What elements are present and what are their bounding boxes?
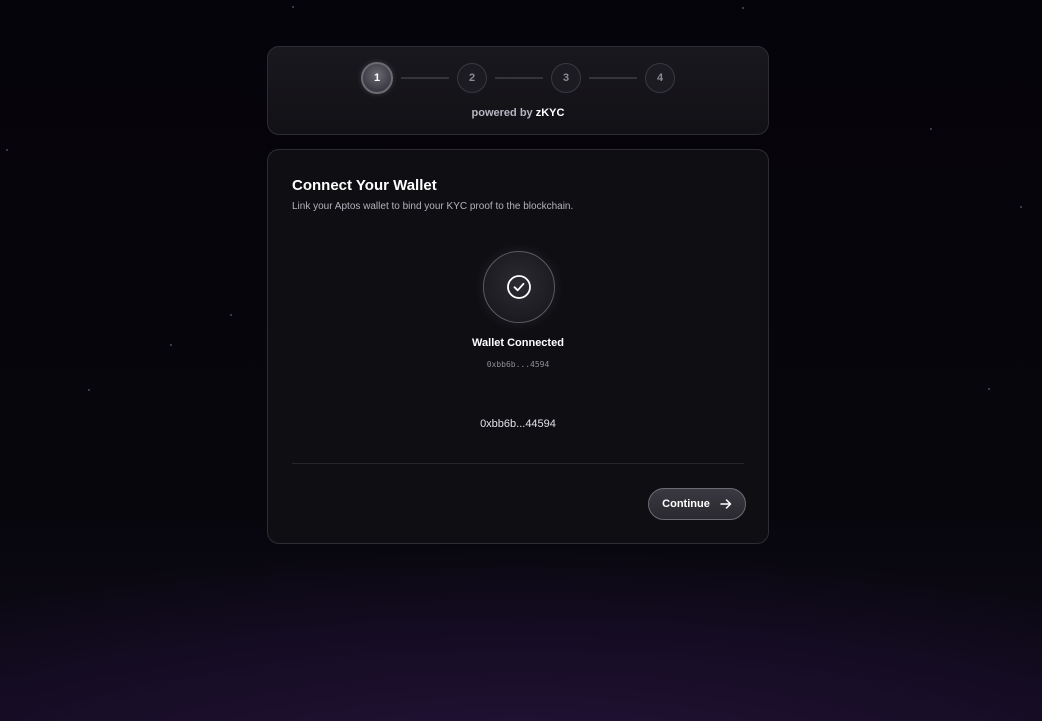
- star-dot: [988, 388, 990, 390]
- stepper-card: 1 2 3 4 powered by zKYC: [267, 46, 769, 135]
- step-2: 2: [457, 63, 487, 93]
- brand-name: zKYC: [535, 107, 565, 119]
- star-dot: [170, 344, 172, 346]
- star-dot: [930, 128, 932, 130]
- check-circle-icon: [483, 251, 555, 323]
- divider: [292, 463, 744, 464]
- continue-label: Continue: [662, 498, 710, 510]
- card-subtitle: Link your Aptos wallet to bind your KYC …: [292, 201, 574, 212]
- step-indicator: 1 2 3 4: [268, 62, 768, 94]
- step-connector: [495, 77, 543, 79]
- arrow-right-icon: [720, 499, 732, 509]
- star-dot: [742, 7, 744, 9]
- star-dot: [88, 389, 90, 391]
- step-connector: [401, 77, 449, 79]
- continue-button[interactable]: Continue: [648, 488, 746, 520]
- star-dot: [1020, 206, 1022, 208]
- step-1: 1: [361, 62, 393, 94]
- powered-by: powered by zKYC: [268, 107, 768, 119]
- connect-wallet-card: Connect Your Wallet Link your Aptos wall…: [267, 149, 769, 544]
- checkmark-icon: [507, 275, 531, 299]
- wallet-status: Wallet Connected: [472, 337, 564, 349]
- star-dot: [292, 6, 294, 8]
- powered-by-prefix: powered by: [471, 107, 533, 119]
- wallet-address-short: 0xbb6b...4594: [486, 360, 550, 369]
- step-3: 3: [551, 63, 581, 93]
- step-4: 4: [645, 63, 675, 93]
- star-dot: [230, 314, 232, 316]
- card-title: Connect Your Wallet: [292, 177, 437, 194]
- step-connector: [589, 77, 637, 79]
- wallet-address[interactable]: 0xbb6b...44594: [268, 418, 768, 430]
- star-dot: [6, 149, 8, 151]
